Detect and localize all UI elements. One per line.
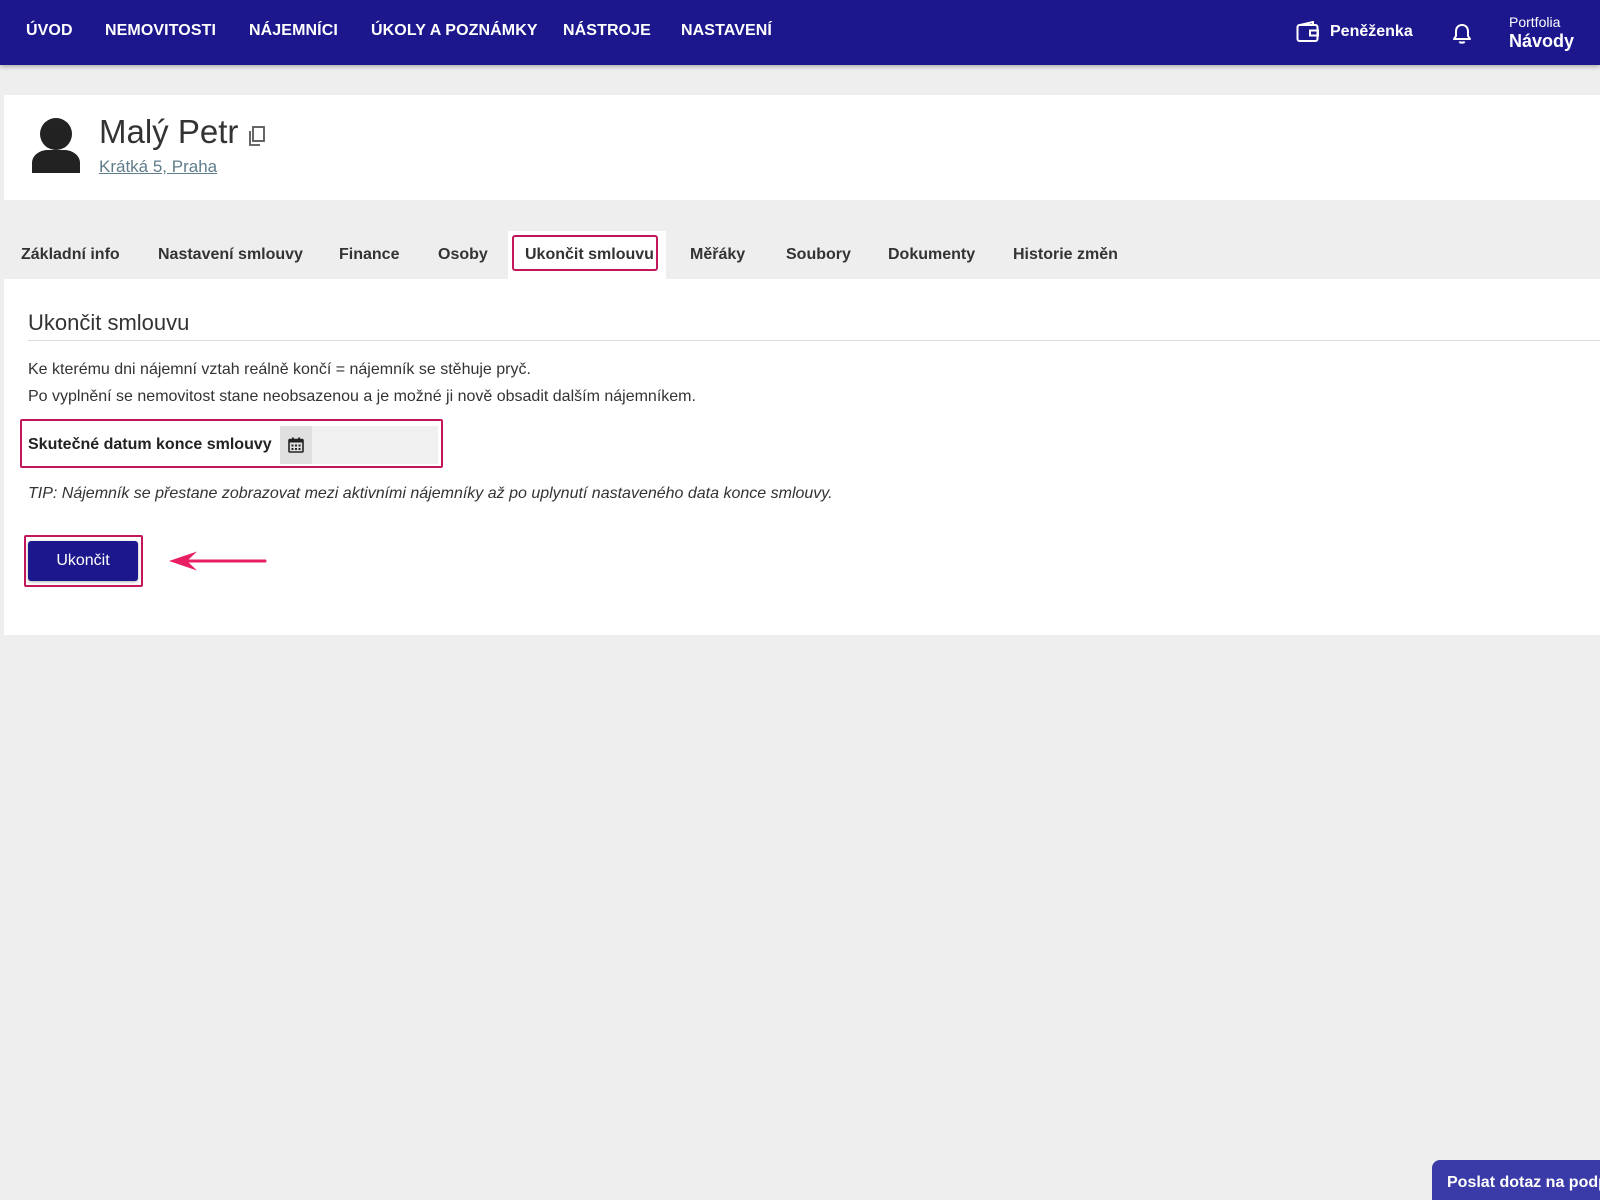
tab-osoby[interactable]: Osoby [438, 246, 488, 264]
tab-ukoncit-smlouvu[interactable]: Ukončit smlouvu [525, 246, 654, 264]
wallet-button[interactable]: Peněženka [1296, 21, 1413, 43]
portfolio-value: Návody [1509, 31, 1575, 51]
tab-meraky[interactable]: Měřáky [690, 246, 745, 264]
arrow-left-icon [169, 551, 267, 571]
nav-item-nastroje[interactable]: NÁSTROJE [563, 22, 651, 40]
description-line-2: Po vyplnění se nemovitost stane neobsaze… [28, 388, 696, 405]
tab-finance[interactable]: Finance [339, 246, 399, 264]
tab-zakladni-info[interactable]: Základní info [21, 246, 120, 264]
end-date-input[interactable] [312, 426, 438, 464]
section-divider [28, 340, 1600, 341]
tenant-header: Malý Petr Krátká 5, Praha [4, 95, 1600, 200]
portfolio-selector[interactable]: Portfolia Návody [1509, 14, 1574, 52]
nav-item-ukoly[interactable]: ÚKOLY A POZNÁMKY [371, 22, 538, 40]
tab-soubory[interactable]: Soubory [786, 246, 851, 264]
tab-dokumenty[interactable]: Dokumenty [888, 246, 975, 264]
nav-item-nastaveni[interactable]: NASTAVENÍ [681, 22, 772, 40]
end-date-label: Skutečné datum konce smlouvy [28, 436, 272, 453]
tip-text: TIP: Nájemník se přestane zobrazovat mez… [28, 485, 833, 502]
avatar-icon [32, 118, 80, 173]
section-title: Ukončit smlouvu [28, 310, 190, 335]
notifications-button[interactable] [1452, 23, 1472, 50]
tab-historie-zmen[interactable]: Historie změn [1013, 246, 1118, 264]
nav-item-nemovitosti[interactable]: NEMOVITOSTI [105, 22, 216, 40]
calendar-icon [288, 437, 304, 453]
portfolio-label: Portfolia [1509, 14, 1561, 30]
nav-item-uvod[interactable]: ÚVOD [26, 22, 73, 40]
end-contract-button[interactable]: Ukončit [28, 541, 138, 581]
end-contract-panel: Ukončit smlouvu Ke kterému dni nájemní v… [4, 279, 1600, 635]
date-picker-button[interactable] [280, 426, 312, 464]
tenant-address-link[interactable]: Krátká 5, Praha [99, 157, 217, 177]
top-navigation: ÚVOD NEMOVITOSTI NÁJEMNÍCI ÚKOLY A POZNÁ… [0, 0, 1600, 65]
wallet-icon [1296, 21, 1319, 42]
tenant-name: Malý Petr [99, 113, 239, 150]
tab-nastaveni-smlouvy[interactable]: Nastavení smlouvy [158, 246, 303, 264]
description-line-1: Ke kterému dni nájemní vztah reálně konč… [28, 361, 531, 378]
bell-icon [1453, 24, 1471, 44]
nav-item-najemnici[interactable]: NÁJEMNÍCI [249, 22, 338, 40]
copy-icon[interactable] [247, 125, 267, 147]
wallet-label: Peněženka [1330, 23, 1413, 40]
support-button[interactable]: Poslat dotaz na podporu [1432, 1160, 1600, 1200]
